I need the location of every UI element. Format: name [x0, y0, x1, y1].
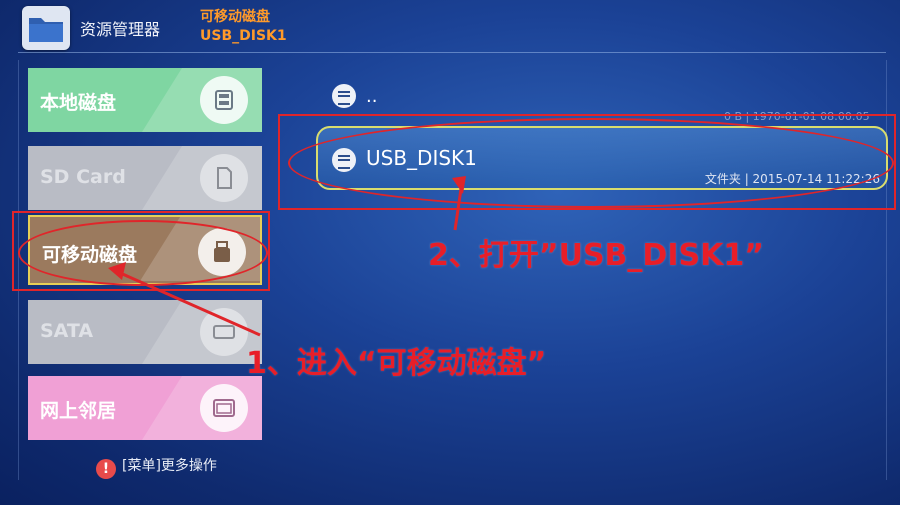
annotation-step1: 1、进入“可移动磁盘”: [246, 346, 547, 381]
annotation-step2: 2、打开”USB_DISK1”: [428, 238, 764, 273]
